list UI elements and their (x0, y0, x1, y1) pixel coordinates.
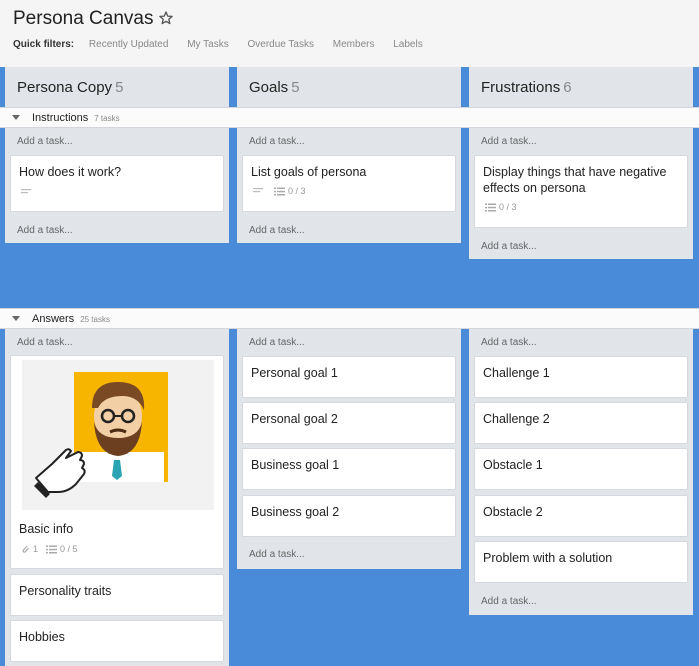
task-title: Personal goal 2 (251, 412, 338, 426)
task-title: Personality traits (19, 584, 112, 598)
add-task-link[interactable]: Add a task... (481, 136, 537, 147)
filter-labels[interactable]: Labels (393, 39, 422, 50)
task-card[interactable]: Obstacle 2 (474, 495, 688, 537)
task-card[interactable]: Personality traits (10, 574, 224, 616)
column-count: 5 (115, 79, 124, 96)
checklist-icon (274, 187, 285, 195)
add-task-link[interactable]: Add a task... (481, 337, 537, 348)
column-name: Goals (249, 79, 289, 96)
lane-task-count: 7 tasks (94, 114, 120, 123)
collapse-triangle-icon[interactable] (12, 115, 20, 120)
quick-filters: Quick filters: Recently Updated My Tasks… (13, 39, 439, 50)
lane-column-cell: Add a task... Basic info 1 0 / 5 Persona… (5, 329, 229, 666)
task-title: Basic info (19, 522, 74, 536)
task-card[interactable]: Personal goal 2 (242, 402, 456, 444)
column-header-frustrations[interactable]: Frustrations 6 (469, 67, 693, 107)
lane-header-instructions[interactable]: Instructions 7 tasks (0, 107, 699, 128)
task-card[interactable]: Obstacle 1 (474, 448, 688, 490)
filter-overdue-tasks[interactable]: Overdue Tasks (247, 39, 314, 50)
lane-name: Answers (32, 313, 75, 325)
task-title: Obstacle 1 (483, 458, 543, 472)
lane-task-count: 25 tasks (80, 315, 110, 324)
collapse-triangle-icon[interactable] (12, 316, 20, 321)
task-title: Challenge 2 (483, 412, 550, 426)
checklist-progress: 0 / 3 (499, 202, 517, 212)
column-header-persona-copy[interactable]: Persona Copy 5 (5, 67, 229, 107)
task-card[interactable]: Hobbies (10, 620, 224, 662)
board-header: Persona Canvas Quick filters: Recently U… (0, 0, 699, 67)
task-title: Challenge 1 (483, 366, 550, 380)
task-card[interactable]: Basic info 1 0 / 5 (10, 355, 224, 569)
task-card[interactable]: Problem with a solution (474, 541, 688, 583)
task-card[interactable]: List goals of persona 0 / 3 (242, 155, 456, 212)
add-task-link[interactable]: Add a task... (17, 136, 73, 147)
task-title: Business goal 1 (251, 458, 340, 472)
task-title: Display things that have negative effect… (483, 165, 667, 195)
task-card[interactable]: Personal goal 1 (242, 356, 456, 398)
add-task-link[interactable]: Add a task... (17, 337, 73, 348)
task-title: List goals of persona (251, 165, 367, 179)
checklist-progress: 0 / 3 (288, 186, 306, 196)
checklist-icon (46, 545, 58, 553)
add-task-link[interactable]: Add a task... (17, 225, 73, 236)
description-icon (253, 188, 263, 193)
lane-column-cell: Add a task... List goals of persona 0 / … (237, 128, 461, 243)
add-task-link[interactable]: Add a task... (481, 241, 537, 252)
attachment-count: 1 (33, 544, 39, 554)
task-title: How does it work? (19, 165, 122, 179)
column-name: Frustrations (481, 79, 561, 96)
task-card[interactable]: Challenge 2 (474, 402, 688, 444)
add-task-link[interactable]: Add a task... (249, 337, 305, 348)
task-title: Personal goal 1 (251, 366, 338, 380)
task-card[interactable]: Challenge 1 (474, 356, 688, 398)
filter-recently-updated[interactable]: Recently Updated (89, 39, 169, 50)
column-count: 6 (563, 79, 572, 96)
checklist-progress: 0 / 5 (60, 544, 78, 554)
board-title[interactable]: Persona Canvas (13, 8, 153, 30)
lane-column-cell: Add a task... Display things that have n… (469, 128, 693, 259)
lane-column-cell: Add a task... How does it work? Add a ta… (5, 128, 229, 243)
task-title: Business goal 2 (251, 505, 340, 519)
quick-filters-label: Quick filters: (13, 39, 75, 50)
add-task-link[interactable]: Add a task... (249, 136, 305, 147)
attachment-icon (22, 545, 29, 553)
task-card[interactable]: How does it work? (10, 155, 224, 212)
add-task-link[interactable]: Add a task... (249, 225, 305, 236)
column-header-goals[interactable]: Goals 5 (237, 67, 461, 107)
persona-avatar-illustration (34, 372, 168, 498)
filter-my-tasks[interactable]: My Tasks (187, 39, 229, 50)
task-card[interactable]: Business goal 2 (242, 495, 456, 537)
task-title: Obstacle 2 (483, 505, 543, 519)
add-task-link[interactable]: Add a task... (481, 596, 537, 607)
star-icon[interactable] (158, 10, 174, 26)
lane-name: Instructions (32, 112, 89, 124)
add-task-link[interactable]: Add a task... (249, 549, 305, 560)
description-icon (21, 189, 31, 194)
task-card[interactable]: Display things that have negative effect… (474, 155, 688, 228)
column-name: Persona Copy (17, 79, 113, 96)
card-cover-image (22, 360, 214, 510)
checklist-icon (485, 203, 496, 211)
task-title: Hobbies (19, 630, 65, 644)
task-card[interactable]: Business goal 1 (242, 448, 456, 490)
lane-column-cell: Add a task... Personal goal 1 Personal g… (237, 329, 461, 569)
task-title: Problem with a solution (483, 551, 613, 565)
column-count: 5 (291, 79, 300, 96)
filter-members[interactable]: Members (333, 39, 375, 50)
lane-column-cell: Add a task... Challenge 1 Challenge 2 Ob… (469, 329, 693, 615)
lane-header-answers[interactable]: Answers 25 tasks (0, 308, 699, 329)
